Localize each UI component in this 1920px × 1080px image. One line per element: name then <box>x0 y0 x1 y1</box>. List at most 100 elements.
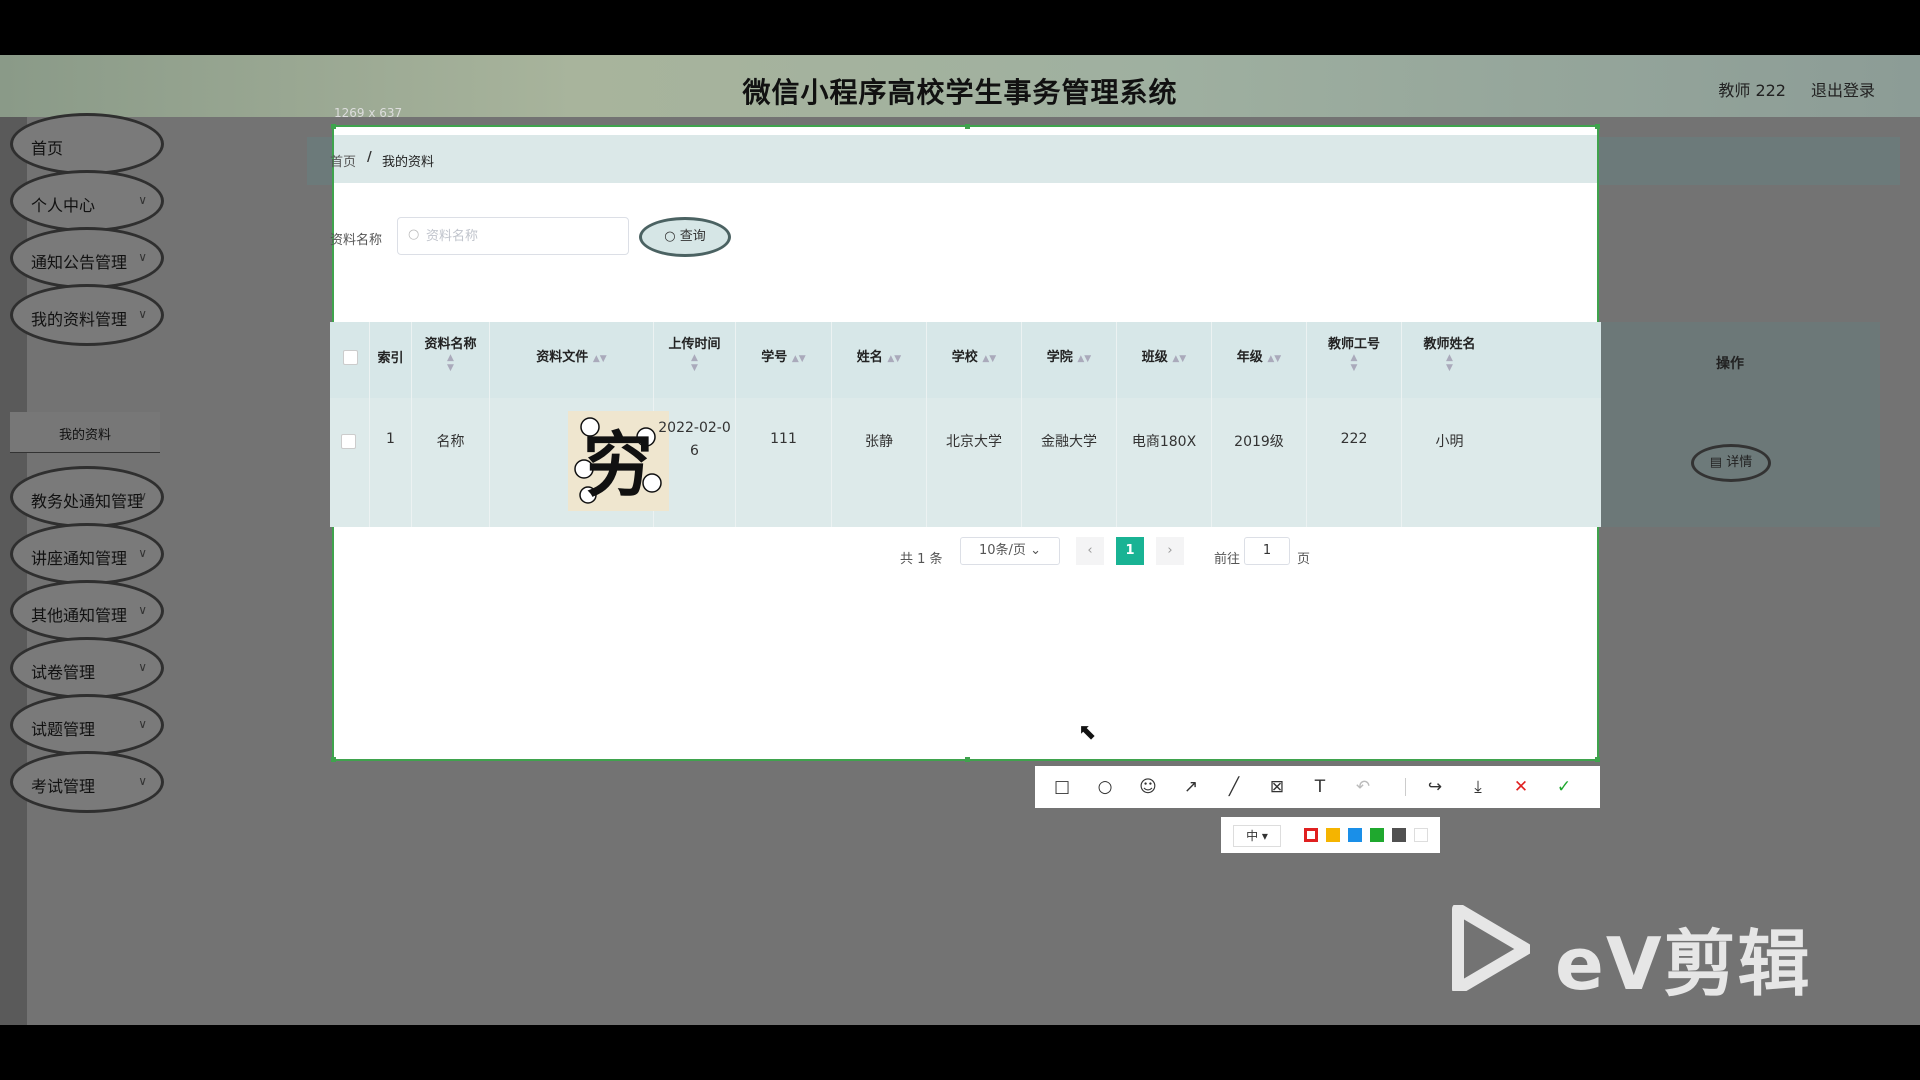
cell-name: 名称 <box>412 431 489 451</box>
chevron-left-icon: ‹ <box>1087 543 1092 558</box>
sort-icon[interactable]: ▲▼ <box>1307 353 1401 373</box>
sidebar-item-label: 试卷管理 <box>31 659 95 683</box>
sidebar-item-paper[interactable]: 试卷管理 ∨ <box>10 637 164 699</box>
table-header-school: 学校 <box>952 350 978 365</box>
resize-handle[interactable] <box>331 757 336 762</box>
text-icon[interactable]: T <box>1307 774 1333 800</box>
sort-icon[interactable]: ▲▼ <box>1267 354 1281 364</box>
sort-icon[interactable]: ▲▼ <box>982 354 996 364</box>
logout-link[interactable]: 退出登录 <box>1811 77 1875 101</box>
sidebar-item-label: 试题管理 <box>31 716 95 740</box>
screenshot-toolbar: □ ○ ☺ ↗ ╱ ⊠ T ↶ ↪ ⤓ ✕ ✓ <box>1035 766 1600 808</box>
mouse-cursor-icon: ⬉ <box>1078 720 1096 745</box>
confirm-icon[interactable]: ✓ <box>1551 774 1577 800</box>
sidebar-item-profile[interactable]: 个人中心∨ <box>10 170 164 232</box>
sort-icon[interactable]: ▲▼ <box>654 353 735 373</box>
table-header-action: 操作 <box>1700 353 1760 373</box>
cell-student-no: 111 <box>736 431 831 447</box>
sidebar-item-question[interactable]: 试题管理∨ <box>10 694 164 756</box>
next-page-button[interactable]: › <box>1156 537 1184 565</box>
current-page-button[interactable]: 1 <box>1116 537 1144 565</box>
sidebar-item-label: 其他通知管理 <box>31 602 127 626</box>
query-button[interactable]: ○ 查询 <box>639 217 731 257</box>
cell-teacher-no: 222 <box>1307 431 1401 447</box>
row-checkbox[interactable] <box>341 434 356 449</box>
watermark-text: eV剪辑 <box>1555 905 1812 1010</box>
sidebar-item-label: 讲座通知管理 <box>31 545 127 569</box>
arrow-icon[interactable]: ↗ <box>1178 774 1204 800</box>
submenu-my-material[interactable]: 我的资料 <box>10 412 160 453</box>
sort-icon[interactable]: ▲▼ <box>593 354 607 364</box>
search-input[interactable] <box>397 217 629 255</box>
download-icon[interactable]: ⤓ <box>1465 774 1491 800</box>
sidebar-item-label: 首页 <box>31 135 63 159</box>
color-swatch-white[interactable] <box>1414 828 1428 842</box>
breadcrumb-home[interactable]: 首页 <box>330 151 356 170</box>
sidebar-item-label: 个人中心 <box>31 192 95 216</box>
checkbox-column <box>330 322 370 527</box>
resize-handle[interactable] <box>965 757 970 762</box>
column-name: 资料名称 ▲▼ 名称 <box>412 322 490 527</box>
color-swatch-gray[interactable] <box>1392 828 1406 842</box>
table-header-index: 索引 <box>370 347 411 366</box>
color-swatch-yellow[interactable] <box>1326 828 1340 842</box>
sidebar-item-notice[interactable]: 通知公告管理∨ <box>10 227 164 289</box>
sidebar-item-exam[interactable]: 考试管理∨ <box>10 751 164 813</box>
pen-size-value: 中 <box>1246 829 1258 843</box>
query-button-label: 查询 <box>680 229 706 244</box>
line-icon[interactable]: ╱ <box>1221 774 1247 800</box>
chevron-down-icon: ∨ <box>138 250 147 264</box>
sidebar-item-my-material[interactable]: 我的资料管理 ∨ <box>10 284 164 346</box>
emoji-icon[interactable]: ☺ <box>1135 774 1161 800</box>
color-palette: 中 ▾ <box>1221 817 1440 853</box>
sort-icon[interactable]: ▲▼ <box>1077 354 1091 364</box>
sort-icon[interactable]: ▲▼ <box>792 354 806 364</box>
chevron-down-icon: ∨ <box>138 307 147 321</box>
page-title: 微信小程序高校学生事务管理系统 <box>0 71 1920 111</box>
sort-icon[interactable]: ▲▼ <box>1172 354 1186 364</box>
prev-page-button[interactable]: ‹ <box>1076 537 1104 565</box>
sidebar-item-other-notice[interactable]: 其他通知管理∨ <box>10 580 164 642</box>
ellipse-icon[interactable]: ○ <box>1092 774 1118 800</box>
chevron-down-icon: ∨ <box>138 660 147 674</box>
color-swatch-blue[interactable] <box>1348 828 1362 842</box>
capture-dimensions: 1269 x 637 <box>334 106 402 120</box>
sidebar-item-label: 我的资料管理 <box>31 306 127 330</box>
column-school: 学校 ▲▼ 北京大学 <box>927 322 1022 527</box>
mosaic-icon[interactable]: ⊠ <box>1264 774 1290 800</box>
sidebar-item-home[interactable]: 首页 <box>10 113 164 175</box>
thumbnail-char: 穷 <box>583 424 653 506</box>
sort-icon[interactable]: ▲▼ <box>1402 353 1497 373</box>
detail-button[interactable]: ▤ 详情 <box>1691 444 1771 482</box>
submenu-label: 我的资料 <box>10 424 160 443</box>
rectangle-icon[interactable]: □ <box>1049 774 1075 800</box>
color-swatch-red[interactable] <box>1304 828 1318 842</box>
screenshot-capture-region[interactable]: 首页 / 我的资料 资料名称 ○ ○ 查询 索引 1 资料名称 ▲▼ 名称 资料… <box>332 125 1599 761</box>
sidebar-item-academic-notice[interactable]: 教务处通知管理∨ <box>10 466 164 528</box>
resize-handle[interactable] <box>1595 757 1600 762</box>
close-icon[interactable]: ✕ <box>1508 774 1534 800</box>
resize-handle[interactable] <box>965 124 970 129</box>
undo-icon[interactable]: ↶ <box>1350 774 1376 800</box>
column-teacher-no: 教师工号 ▲▼ 222 <box>1307 322 1402 527</box>
chevron-down-icon: ⌄ <box>1030 543 1041 558</box>
detail-button-label: 详情 <box>1726 455 1752 470</box>
share-icon[interactable]: ↪ <box>1422 774 1448 800</box>
user-name: 教师 222 <box>1718 77 1786 101</box>
sort-icon[interactable]: ▲▼ <box>412 353 489 373</box>
page-size-select[interactable]: 10条/页 ⌄ <box>960 537 1060 565</box>
color-swatch-green[interactable] <box>1370 828 1384 842</box>
page-size-value: 10条/页 <box>979 543 1026 558</box>
select-all-checkbox[interactable] <box>343 350 358 365</box>
cell-college: 金融大学 <box>1022 431 1116 451</box>
resize-handle[interactable] <box>1595 124 1600 129</box>
sort-icon[interactable]: ▲▼ <box>887 354 901 364</box>
goto-label: 前往 <box>1214 548 1240 567</box>
document-icon: ▤ <box>1710 455 1722 470</box>
resize-handle[interactable] <box>331 124 336 129</box>
goto-page-input[interactable]: 1 <box>1244 537 1290 565</box>
chevron-down-icon: ∨ <box>138 774 147 788</box>
pen-size-select[interactable]: 中 ▾ <box>1233 825 1281 847</box>
cell-grade: 2019级 <box>1212 431 1306 451</box>
sidebar-item-lecture-notice[interactable]: 讲座通知管理∨ <box>10 523 164 585</box>
